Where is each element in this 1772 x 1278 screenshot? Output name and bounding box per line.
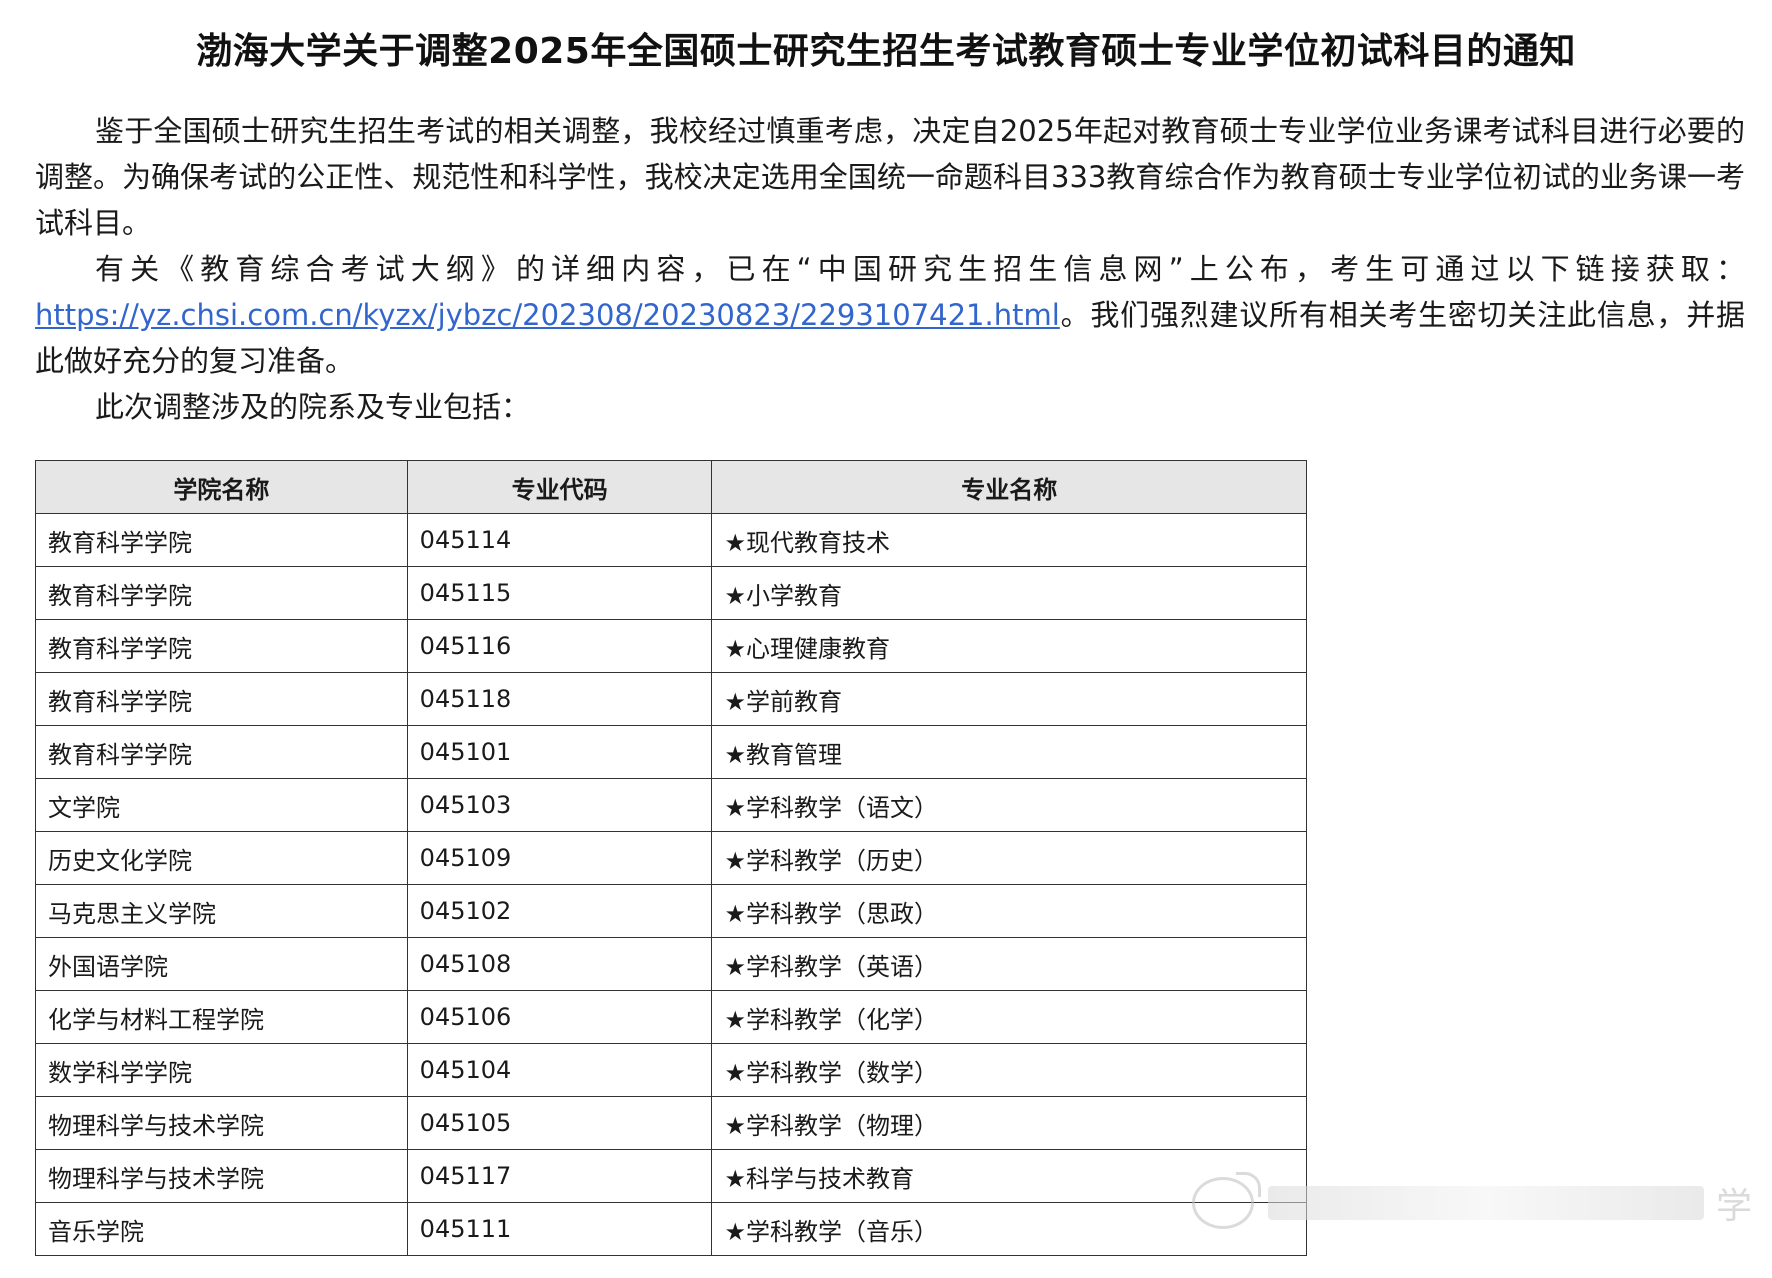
cell-college: 历史文化学院 [35,831,408,885]
header-code: 专业代码 [406,460,713,514]
table-row: 教育科学学院 045101 ★教育管理 [35,725,1307,779]
paragraph-1: 鉴于全国硕士研究生招生考试的相关调整，我校经过慎重考虑，决定自2025年起对教育… [35,114,1745,240]
notice-title: 渤海大学关于调整2025年全国硕士研究生招生考试教育硕士专业学位初试科目的通知 [196,31,1576,72]
table-row: 物理科学与技术学院 045117 ★科学与技术教育 [35,1149,1307,1203]
cell-code: 045114 [406,513,713,567]
cell-code: 045108 [406,937,713,991]
cell-code: 045103 [406,778,713,832]
watermark: 学 [1192,1168,1752,1238]
table-row: 文学院 045103 ★学科教学（语文） [35,778,1307,832]
cell-code: 045106 [406,990,713,1044]
table-body: 教育科学学院 045114 ★现代教育技术 教育科学学院 045115 ★小学教育 教育科学… [35,513,1307,1256]
cell-major: ★教育管理 [711,725,1307,779]
cell-college: 化学与材料工程学院 [35,990,408,1044]
cell-major: ★学科教学（历史） [711,831,1307,885]
cell-code: 045104 [406,1043,713,1097]
cell-college: 教育科学学院 [35,672,408,726]
cell-major: ★心理健康教育 [711,619,1307,673]
paragraph-3: 此次调整涉及的院系及专业包括： [95,390,531,424]
cell-code: 045105 [406,1096,713,1150]
cell-code: 045109 [406,831,713,885]
cell-code: 045118 [406,672,713,726]
cell-college: 教育科学学院 [35,566,408,620]
watermark-char: 学 [1715,1186,1752,1227]
cell-major: ★小学教育 [711,566,1307,620]
cell-code: 045101 [406,725,713,779]
table-row: 教育科学学院 045114 ★现代教育技术 [35,513,1307,567]
weibo-logo-icon [1192,1172,1261,1229]
table-row: 教育科学学院 045116 ★心理健康教育 [35,619,1307,673]
cell-college: 教育科学学院 [35,619,408,673]
cell-code: 045116 [406,619,713,673]
cell-code: 045115 [406,566,713,620]
cell-college: 文学院 [35,778,408,832]
cell-college: 教育科学学院 [35,725,408,779]
table-row: 教育科学学院 045115 ★小学教育 [35,566,1307,620]
notice-body: 鉴于全国硕士研究生招生考试的相关调整，我校经过慎重考虑，决定自2025年起对教育… [35,108,1745,430]
cell-college: 数学科学学院 [35,1043,408,1097]
syllabus-link[interactable]: https://yz.chsi.com.cn/kyzx/jybzc/202308… [35,298,1060,332]
cell-college: 物理科学与技术学院 [35,1096,408,1150]
cell-major: ★学前教育 [711,672,1307,726]
table-row: 教育科学学院 045118 ★学前教育 [35,672,1307,726]
table-row: 外国语学院 045108 ★学科教学（英语） [35,937,1307,991]
cell-major: ★学科教学（英语） [711,937,1307,991]
table-row: 化学与材料工程学院 045106 ★学科教学（化学） [35,990,1307,1044]
cell-college: 物理科学与技术学院 [35,1149,408,1203]
cell-major: ★学科教学（语文） [711,778,1307,832]
paragraph-2: 有关《教育综合考试大纲》的详细内容，已在“中国研究生招生信息网”上公布，考生可通… [35,246,1745,384]
cell-code: 045111 [406,1202,713,1256]
cell-college: 教育科学学院 [35,513,408,567]
cell-major: ★学科教学（物理） [711,1096,1307,1150]
table-row: 音乐学院 045111 ★学科教学（音乐） [35,1202,1307,1256]
cell-college: 马克思主义学院 [35,884,408,938]
table-row: 物理科学与技术学院 045105 ★学科教学（物理） [35,1096,1307,1150]
cell-college: 音乐学院 [35,1202,408,1256]
table-header-row: 学院名称 专业代码 专业名称 [35,460,1307,514]
paragraph-2-text: 有关《教育综合考试大纲》的详细内容，已在“中国研究生招生信息网”上公布，考生可通… [95,252,1745,286]
header-major: 专业名称 [711,460,1307,514]
cell-code: 045102 [406,884,713,938]
table-row: 数学科学学院 045104 ★学科教学（数学） [35,1043,1307,1097]
cell-major: ★现代教育技术 [711,513,1307,567]
cell-major: ★学科教学（数学） [711,1043,1307,1097]
header-college: 学院名称 [35,460,408,514]
table-row: 马克思主义学院 045102 ★学科教学（思政） [35,884,1307,938]
majors-table: 学院名称 专业代码 专业名称 教育科学学院 045114 ★现代教育技术 教育科学学院… [35,460,1307,1256]
table-row: 历史文化学院 045109 ★学科教学（历史） [35,831,1307,885]
cell-major: ★学科教学（化学） [711,990,1307,1044]
cell-major: ★学科教学（思政） [711,884,1307,938]
cell-code: 045117 [406,1149,713,1203]
cell-college: 外国语学院 [35,937,408,991]
document: 渤海大学关于调整2025年全国硕士研究生招生考试教育硕士专业学位初试科目的通知 … [0,0,1772,1278]
watermark-bar [1268,1186,1704,1220]
